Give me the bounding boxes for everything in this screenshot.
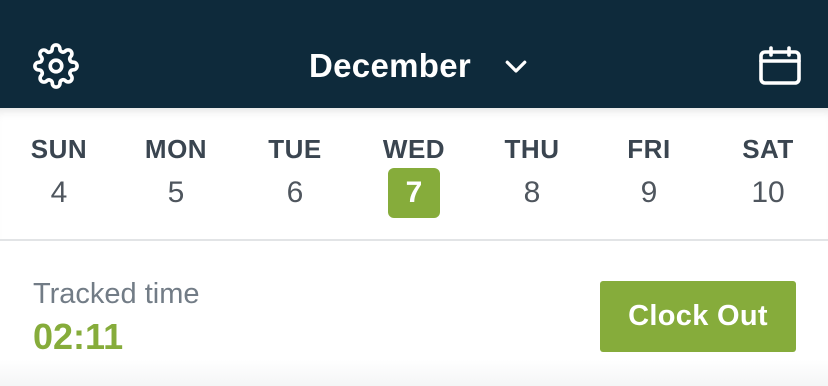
day-name: SUN bbox=[30, 134, 88, 164]
month-selector-area: December bbox=[0, 0, 828, 108]
day-tue[interactable]: TUE 6 bbox=[245, 108, 345, 240]
day-name: WED bbox=[382, 134, 446, 164]
tracked-time-value: 02:11 bbox=[33, 316, 124, 357]
day-name: THU bbox=[504, 134, 560, 164]
calendar-icon[interactable] bbox=[758, 46, 802, 86]
day-wed-selected[interactable]: WED 7 bbox=[364, 108, 464, 240]
day-number: 5 bbox=[167, 176, 185, 209]
tracked-time-label: Tracked time bbox=[33, 278, 200, 310]
day-sat[interactable]: SAT 10 bbox=[718, 108, 818, 240]
top-bar: December bbox=[0, 0, 828, 108]
day-number-selected: 7 bbox=[388, 168, 440, 218]
chevron-down-icon bbox=[505, 60, 527, 73]
bottom-shade bbox=[0, 360, 828, 386]
gear-icon[interactable] bbox=[33, 43, 79, 89]
clock-out-button[interactable]: Clock Out bbox=[600, 281, 796, 352]
day-name: SAT bbox=[742, 134, 794, 164]
day-thu[interactable]: THU 8 bbox=[482, 108, 582, 240]
day-number: 8 bbox=[523, 176, 541, 209]
day-fri[interactable]: FRI 9 bbox=[599, 108, 699, 240]
day-name: TUE bbox=[268, 134, 322, 164]
divider bbox=[0, 239, 828, 241]
day-number: 10 bbox=[751, 176, 785, 209]
day-number: 4 bbox=[50, 176, 68, 209]
week-strip: SUN 4 MON 5 TUE 6 WED 7 THU 8 FRI 9 SAT … bbox=[0, 108, 828, 240]
day-name: FRI bbox=[627, 134, 671, 164]
day-number: 9 bbox=[640, 176, 658, 209]
month-selector[interactable]: December bbox=[309, 47, 531, 85]
day-name: MON bbox=[144, 134, 208, 164]
day-mon[interactable]: MON 5 bbox=[126, 108, 226, 240]
month-label: December bbox=[309, 47, 471, 84]
day-sun[interactable]: SUN 4 bbox=[9, 108, 109, 240]
day-number: 6 bbox=[286, 176, 304, 209]
